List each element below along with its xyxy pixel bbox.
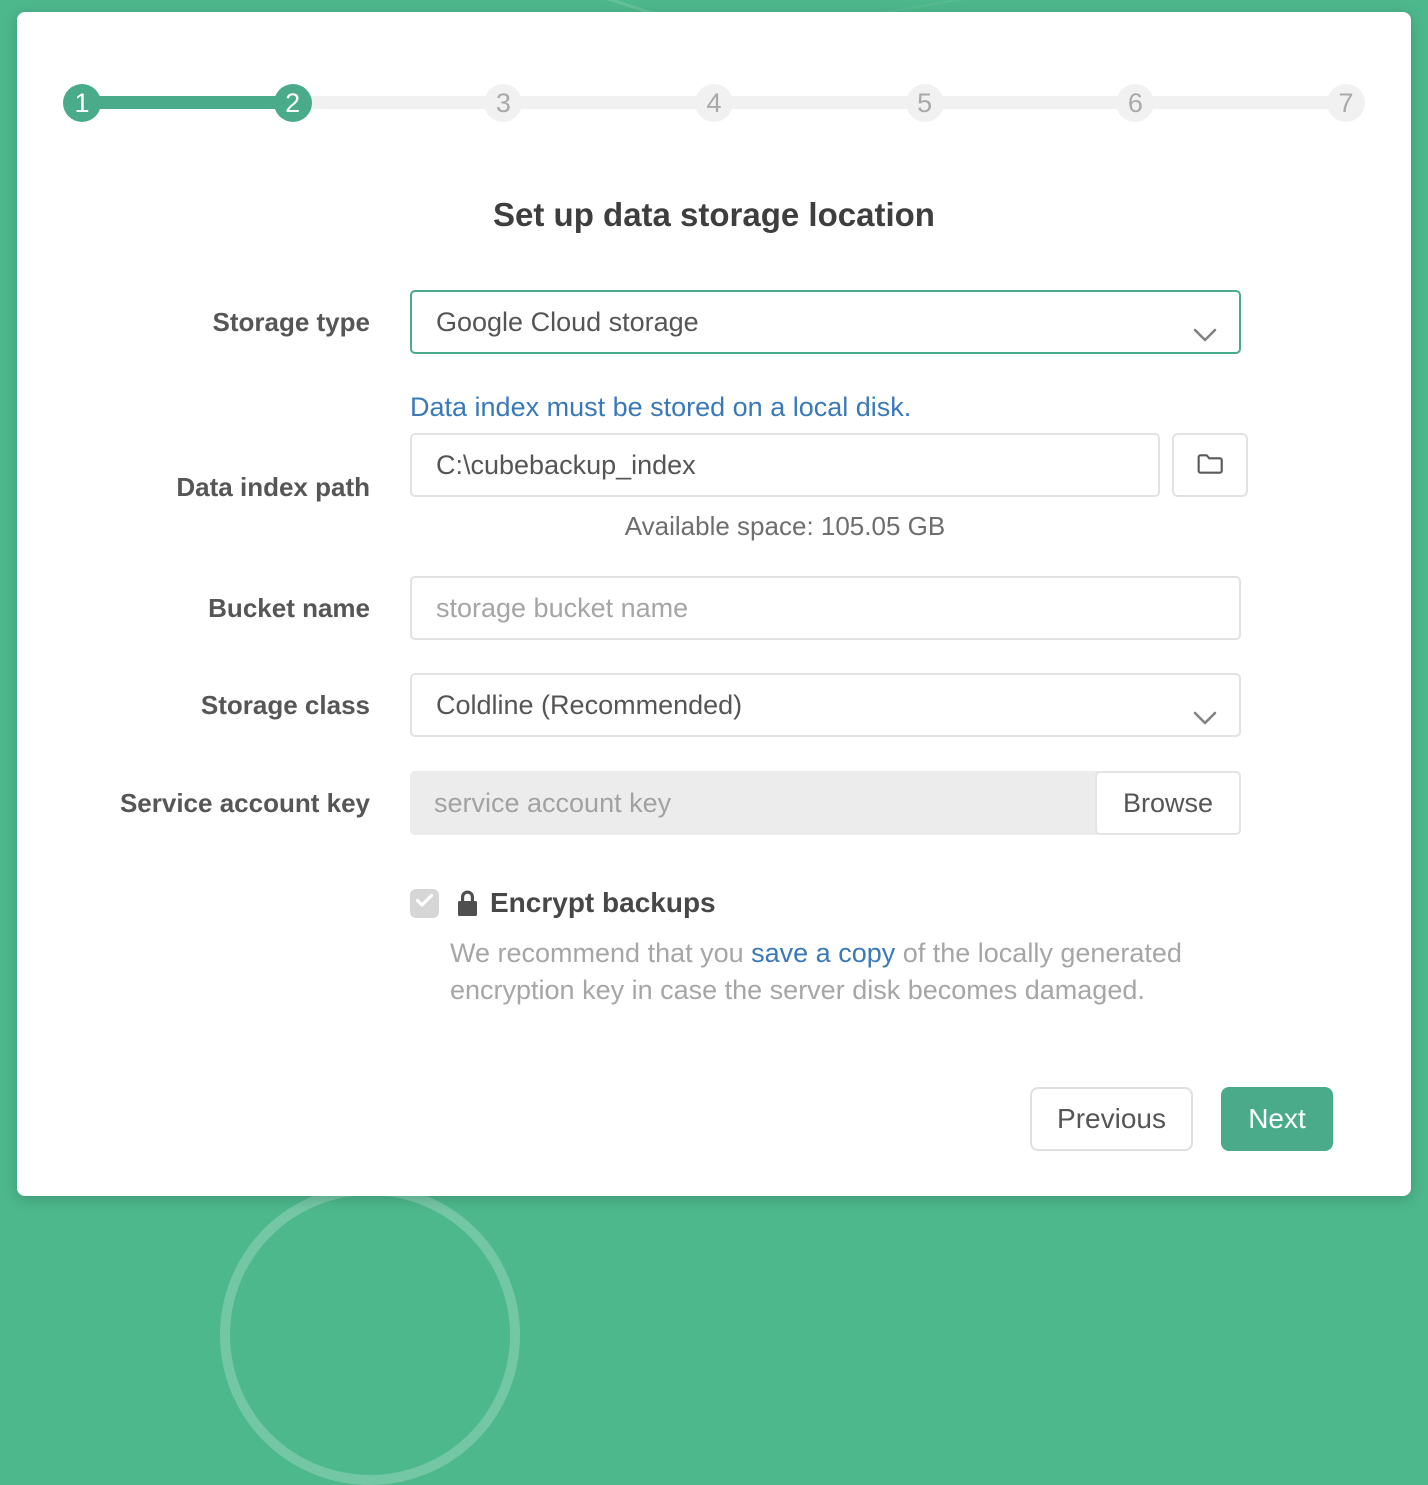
- browse-key-button[interactable]: Browse: [1095, 771, 1241, 835]
- encrypt-backups-label: Encrypt backups: [490, 887, 716, 919]
- step-3: 3: [484, 84, 522, 122]
- data-index-path-input[interactable]: [410, 433, 1160, 497]
- storage-class-label: Storage class: [63, 690, 370, 721]
- setup-wizard-card: 1 2 3 4 5 6 7 Set up data storage locati…: [17, 12, 1411, 1196]
- service-account-key-input[interactable]: [410, 771, 1100, 835]
- background-decor-circle: [220, 1185, 520, 1485]
- storage-type-value: Google Cloud storage: [436, 307, 699, 338]
- step-4: 4: [695, 84, 733, 122]
- folder-icon: [1192, 448, 1228, 483]
- storage-class-value: Coldline (Recommended): [436, 690, 742, 721]
- bucket-name-input[interactable]: [410, 576, 1241, 640]
- available-space-text: Available space: 105.05 GB: [410, 511, 1160, 542]
- chevron-down-icon: [1193, 701, 1217, 732]
- bucket-name-label: Bucket name: [63, 593, 370, 624]
- step-2: 2: [274, 84, 312, 122]
- storage-type-select[interactable]: Google Cloud storage: [410, 290, 1241, 354]
- lock-icon: [455, 888, 480, 918]
- encrypt-checkbox[interactable]: [410, 889, 439, 918]
- next-button[interactable]: Next: [1221, 1087, 1333, 1151]
- data-index-note: Data index must be stored on a local dis…: [410, 392, 1365, 423]
- stepper-track-completed: [82, 96, 293, 109]
- save-a-copy-link[interactable]: save a copy: [751, 938, 895, 968]
- storage-type-label: Storage type: [63, 307, 370, 338]
- step-6: 6: [1116, 84, 1154, 122]
- previous-button[interactable]: Previous: [1030, 1087, 1193, 1151]
- storage-class-select[interactable]: Coldline (Recommended): [410, 673, 1241, 737]
- check-icon: [415, 893, 434, 913]
- browse-folder-button[interactable]: [1172, 433, 1248, 497]
- wizard-stepper: 1 2 3 4 5 6 7: [63, 84, 1365, 122]
- step-7: 7: [1327, 84, 1365, 122]
- service-account-key-label: Service account key: [63, 788, 370, 819]
- chevron-down-icon: [1193, 318, 1217, 349]
- page-title: Set up data storage location: [63, 196, 1365, 234]
- data-index-path-label: Data index path: [63, 472, 370, 503]
- step-1: 1: [63, 84, 101, 122]
- encrypt-description-text: We recommend that you: [450, 938, 751, 968]
- encrypt-description: We recommend that you save a copy of the…: [450, 935, 1230, 1009]
- step-5: 5: [906, 84, 944, 122]
